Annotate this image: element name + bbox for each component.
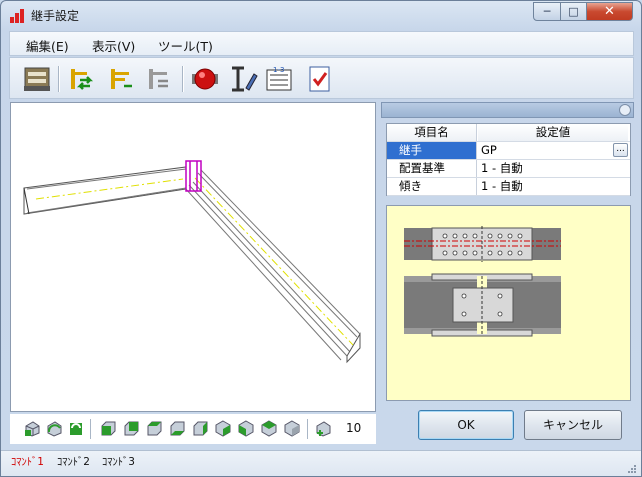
minimize-icon: ─	[543, 5, 551, 18]
toolbar-separator	[182, 66, 183, 92]
minimize-button[interactable]: ─	[533, 2, 561, 21]
cancel-button[interactable]: キャンセル	[524, 410, 622, 440]
close-icon: ✕	[604, 4, 615, 19]
property-value[interactable]: GP	[478, 142, 628, 159]
view-back-icon[interactable]	[123, 420, 140, 437]
menu-edit[interactable]: 編集(E)	[26, 36, 69, 55]
zoom-step-value[interactable]: 10	[346, 421, 361, 435]
property-value[interactable]: 1 - 自動	[478, 160, 628, 177]
property-row-slope[interactable]: 傾き 1 - 自動	[387, 178, 630, 196]
status-command-2[interactable]: ｺﾏﾝﾄﾞ2	[57, 454, 90, 469]
window-title: 継手設定	[31, 9, 80, 23]
property-row-placement[interactable]: 配置基準 1 - 自動	[387, 160, 630, 178]
ok-button[interactable]: OK	[418, 410, 514, 440]
joint-drawing	[404, 226, 561, 337]
joint-3d-view	[23, 160, 361, 364]
view-toolbar-separator	[307, 419, 308, 439]
properties-grid: 項目名 設定値 継手 GP ... 配置基準 1 - 自動 傾き 1 - 自動	[386, 123, 631, 196]
ellipsis-button[interactable]: ...	[613, 143, 628, 157]
view-iso-nw-icon[interactable]	[238, 420, 255, 437]
numbered-list-icon[interactable]: 1-3	[264, 64, 294, 94]
title-bar[interactable]: 継手設定 ─ □ ✕	[1, 1, 641, 29]
joint-highlight	[185, 160, 202, 192]
header-value: 設定値	[478, 124, 628, 141]
red-ball-icon[interactable]	[190, 64, 220, 94]
menu-view[interactable]: 表示(V)	[92, 36, 135, 55]
view-toolbar: 10	[10, 414, 376, 444]
svg-text:1-3: 1-3	[273, 66, 284, 74]
elevation-view	[404, 273, 561, 337]
view-left-icon[interactable]	[192, 420, 209, 437]
property-row-joint[interactable]: 継手 GP ...	[387, 142, 630, 160]
property-name: 継手	[387, 142, 477, 159]
status-command-1[interactable]: ｺﾏﾝﾄﾞ1	[11, 454, 44, 469]
view-iso-se-icon[interactable]	[261, 420, 278, 437]
view-rotate-icon[interactable]	[46, 420, 63, 437]
member-list-icon[interactable]	[22, 64, 52, 94]
properties-header-row: 項目名 設定値	[387, 124, 630, 142]
right-beam	[184, 169, 361, 364]
header-item-name: 項目名	[387, 124, 477, 141]
view-front-icon[interactable]	[100, 420, 117, 437]
view-bottom-icon[interactable]	[169, 420, 186, 437]
swap-green-icon[interactable]	[66, 64, 96, 94]
view-iso-icon[interactable]	[24, 420, 41, 437]
joint-preview	[386, 205, 631, 401]
dialog-window: 継手設定 ─ □ ✕ 編集(E) 表示(V) ツール(T) 1-3 10 項目名…	[0, 0, 642, 477]
properties-panel-header	[381, 102, 634, 118]
property-name: 傾き	[387, 178, 477, 195]
property-value[interactable]: 1 - 自動	[478, 178, 628, 195]
view-iso-sw-icon[interactable]	[284, 420, 301, 437]
main-toolbar: 1-3	[9, 57, 634, 99]
pin-icon[interactable]	[619, 104, 631, 116]
menu-bar: 編集(E) 表示(V) ツール(T)	[9, 31, 634, 56]
menu-tools[interactable]: ツール(T)	[158, 36, 213, 55]
close-button[interactable]: ✕	[586, 2, 633, 21]
status-bar: ｺﾏﾝﾄﾞ1 ｺﾏﾝﾄﾞ2 ｺﾏﾝﾄﾞ3	[1, 450, 641, 476]
app-icon	[10, 9, 24, 23]
swap-gray-icon[interactable]	[144, 64, 174, 94]
toolbar-separator	[58, 66, 59, 92]
swap-yellow-icon[interactable]	[106, 64, 136, 94]
maximize-button[interactable]: □	[560, 2, 587, 21]
model-viewport[interactable]	[10, 102, 376, 412]
status-command-3[interactable]: ｺﾏﾝﾄﾞ3	[102, 454, 135, 469]
zoom-step-icon[interactable]	[315, 420, 332, 437]
view-toolbar-separator	[90, 419, 91, 439]
view-iso-ne-icon[interactable]	[215, 420, 232, 437]
plan-view	[404, 226, 561, 262]
view-refresh-icon[interactable]	[68, 420, 85, 437]
maximize-icon: □	[568, 5, 579, 18]
section-edit-icon[interactable]	[228, 64, 258, 94]
property-name: 配置基準	[387, 160, 477, 177]
view-top-icon[interactable]	[146, 420, 163, 437]
check-document-icon[interactable]	[304, 64, 334, 94]
resize-grip-icon[interactable]	[627, 464, 637, 474]
left-beam	[23, 166, 187, 215]
